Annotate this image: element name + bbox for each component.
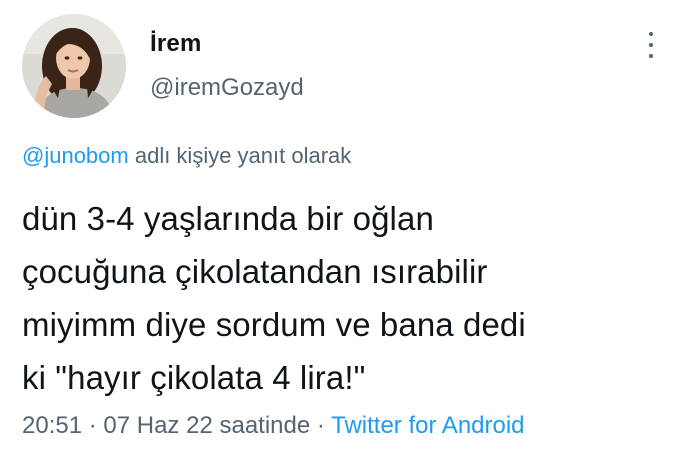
author-handle[interactable]: @iremGozayd	[150, 74, 304, 102]
more-vertical-icon[interactable]	[640, 32, 662, 58]
avatar-image	[22, 14, 126, 118]
tweet-text: dün 3-4 yaşlarında bir oğlan çocuğuna çi…	[22, 192, 672, 404]
tweet-text-line: çocuğuna çikolatandan ısırabilir	[22, 253, 488, 290]
reply-context-text: adlı kişiye yanıt olarak	[128, 143, 352, 168]
more-dot	[649, 43, 653, 47]
tweet-text-line: miyimm diye sordum ve bana dedi	[22, 306, 526, 343]
tweet-date[interactable]: 07 Haz 22 saatinde	[103, 412, 310, 439]
more-dot	[649, 54, 653, 58]
meta-separator: ·	[310, 412, 332, 439]
meta-separator: ·	[82, 412, 104, 439]
reply-context: @junobom adlı kişiye yanıt olarak	[22, 143, 351, 169]
tweet-time[interactable]: 20:51	[22, 412, 82, 439]
tweet: İrem @iremGozayd @junobom adlı kişiye ya…	[0, 0, 690, 451]
tweet-meta: 20:51 · 07 Haz 22 saatinde · Twitter for…	[22, 412, 525, 440]
author-name[interactable]: İrem	[150, 30, 202, 58]
tweet-text-line: dün 3-4 yaşlarında bir oğlan	[22, 200, 434, 237]
tweet-text-line: ki "hayır çikolata 4 lira!"	[22, 359, 366, 396]
tweet-source-link[interactable]: Twitter for Android	[331, 412, 524, 439]
reply-mention-link[interactable]: @junobom	[22, 143, 129, 168]
avatar[interactable]	[22, 14, 126, 118]
more-dot	[649, 32, 653, 36]
